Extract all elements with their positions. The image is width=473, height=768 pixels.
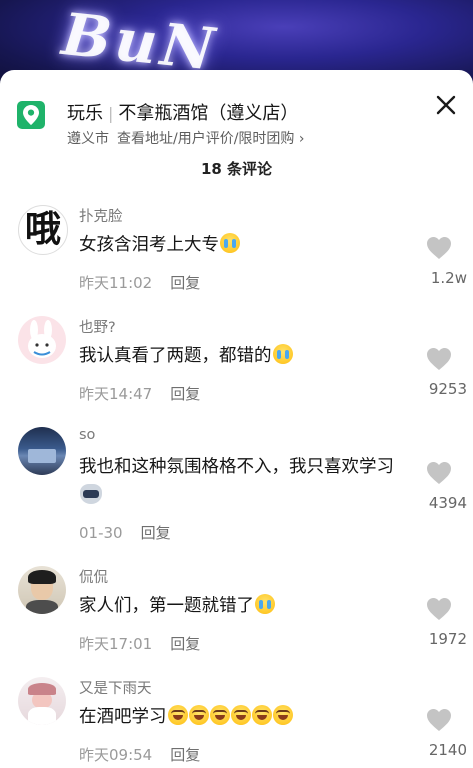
poi-title: 玩乐 | 不拿瓶酒馆（遵义店） <box>67 99 298 125</box>
bunny-avatar-illustration <box>28 320 56 358</box>
avatar[interactable] <box>18 677 66 725</box>
poi-location-card[interactable]: 玩乐 | 不拿瓶酒馆（遵义店） 遵义市 查看地址/用户评价/限时团购 › <box>17 99 437 149</box>
like-button[interactable]: 1.2w <box>409 236 469 287</box>
poi-city: 遵义市 <box>67 131 109 147</box>
comment-text: 家人们，第一题就错了 <box>79 592 409 621</box>
comment-item: 又是下雨天 在酒吧学习 昨天09:54 回复 2140 <box>0 677 473 768</box>
comment-item: so 我也和这种氛围格格不入，我只喜欢学习 01-30 回复 4394 <box>0 427 473 557</box>
heart-icon <box>427 598 451 620</box>
avatar-body <box>28 707 56 725</box>
comment-meta: 昨天11:02 回复 <box>79 272 200 293</box>
heart-icon <box>427 348 451 370</box>
avatar-body <box>26 600 58 614</box>
avatar-hair <box>28 570 56 584</box>
reply-button[interactable]: 回复 <box>141 524 171 542</box>
title-divider: | <box>108 104 114 123</box>
cry-emoji <box>220 233 240 253</box>
like-button[interactable]: 4394 <box>409 461 469 512</box>
comment-username[interactable]: 又是下雨天 <box>79 677 152 698</box>
poi-links[interactable]: 查看地址/用户评价/限时团购 › <box>117 131 304 147</box>
comment-username[interactable]: 扑克脸 <box>79 205 123 226</box>
laugh-emoji <box>167 705 188 725</box>
laugh-emoji <box>230 705 251 725</box>
comment-item: 哦 扑克脸 女孩含泪考上大专 昨天11:02 回复 1.2w <box>0 205 473 305</box>
comment-text-content: 家人们，第一题就错了 <box>79 596 254 616</box>
comment-meta: 昨天09:54 回复 <box>79 744 200 765</box>
like-button[interactable]: 9253 <box>409 347 469 398</box>
cry-emoji <box>272 344 293 364</box>
reply-button[interactable]: 回复 <box>170 385 200 403</box>
like-count: 1.2w <box>430 269 467 287</box>
poi-category: 玩乐 <box>67 103 103 124</box>
comments-sheet: 玩乐 | 不拿瓶酒馆（遵义店） 遵义市 查看地址/用户评价/限时团购 › 18 条评论… <box>0 70 473 768</box>
heart-icon <box>427 462 451 484</box>
comment-count: 18 条评论 <box>200 160 273 178</box>
avatar[interactable] <box>18 316 66 364</box>
avatar-scene <box>28 449 56 463</box>
comment-time: 昨天09:54 <box>79 746 153 764</box>
comment-meta: 01-30 回复 <box>79 522 171 543</box>
poi-subtitle: 遵义市 查看地址/用户评价/限时团购 › <box>67 128 304 148</box>
comment-text-content: 我认真看了两题，都错的 <box>79 346 272 366</box>
like-count: 4394 <box>428 494 467 512</box>
comment-time: 昨天14:47 <box>79 385 153 403</box>
like-count: 9253 <box>428 380 467 398</box>
comment-time: 01-30 <box>79 524 123 542</box>
location-pin-icon <box>17 101 45 129</box>
comment-item: 也野? 我认真看了两题，都错的 昨天14:47 回复 9253 <box>0 316 473 416</box>
comment-time: 昨天11:02 <box>79 274 153 292</box>
like-button[interactable]: 2140 <box>409 708 469 759</box>
comment-text: 我认真看了两题，都错的 <box>79 342 409 371</box>
comment-text-content: 女孩含泪考上大专 <box>79 235 219 255</box>
avatar-glyph: 哦 <box>24 209 61 250</box>
like-count: 2140 <box>428 741 467 759</box>
comment-time: 昨天17:01 <box>79 635 153 653</box>
comment-meta: 昨天17:01 回复 <box>79 633 200 654</box>
heart-icon <box>427 237 451 259</box>
reply-button[interactable]: 回复 <box>170 274 200 292</box>
reply-button[interactable]: 回复 <box>170 635 200 653</box>
like-count: 1972 <box>428 630 467 648</box>
cat-emoji <box>80 484 102 504</box>
laugh-emoji <box>251 705 272 725</box>
laugh-emoji <box>188 705 209 725</box>
comment-meta: 昨天14:47 回复 <box>79 383 200 404</box>
comment-item: 侃侃 家人们，第一题就错了 昨天17:01 回复 1972 <box>0 566 473 666</box>
comment-text: 在酒吧学习 <box>79 703 409 732</box>
reply-button[interactable]: 回复 <box>170 746 200 764</box>
comment-text: 我也和这种氛围格格不入，我只喜欢学习 <box>79 453 409 511</box>
comment-text-content: 在酒吧学习 <box>79 707 167 727</box>
comment-username[interactable]: so <box>79 427 95 443</box>
avatar[interactable] <box>18 566 66 614</box>
cry-emoji <box>255 594 275 614</box>
laugh-emoji <box>272 705 293 725</box>
comment-username[interactable]: 也野? <box>79 316 116 337</box>
avatar[interactable] <box>18 427 66 475</box>
heart-icon <box>427 709 451 731</box>
close-icon[interactable] <box>435 94 457 116</box>
poi-name: 不拿瓶酒馆（遵义店） <box>118 103 299 124</box>
avatar[interactable]: 哦 <box>18 205 68 255</box>
comment-username[interactable]: 侃侃 <box>79 566 108 587</box>
laugh-emoji <box>209 705 230 725</box>
avatar-hat <box>28 683 56 695</box>
like-button[interactable]: 1972 <box>409 597 469 648</box>
comment-text: 女孩含泪考上大专 <box>79 231 409 260</box>
comment-text-content: 我也和这种氛围格格不入，我只喜欢学习 <box>79 457 394 477</box>
